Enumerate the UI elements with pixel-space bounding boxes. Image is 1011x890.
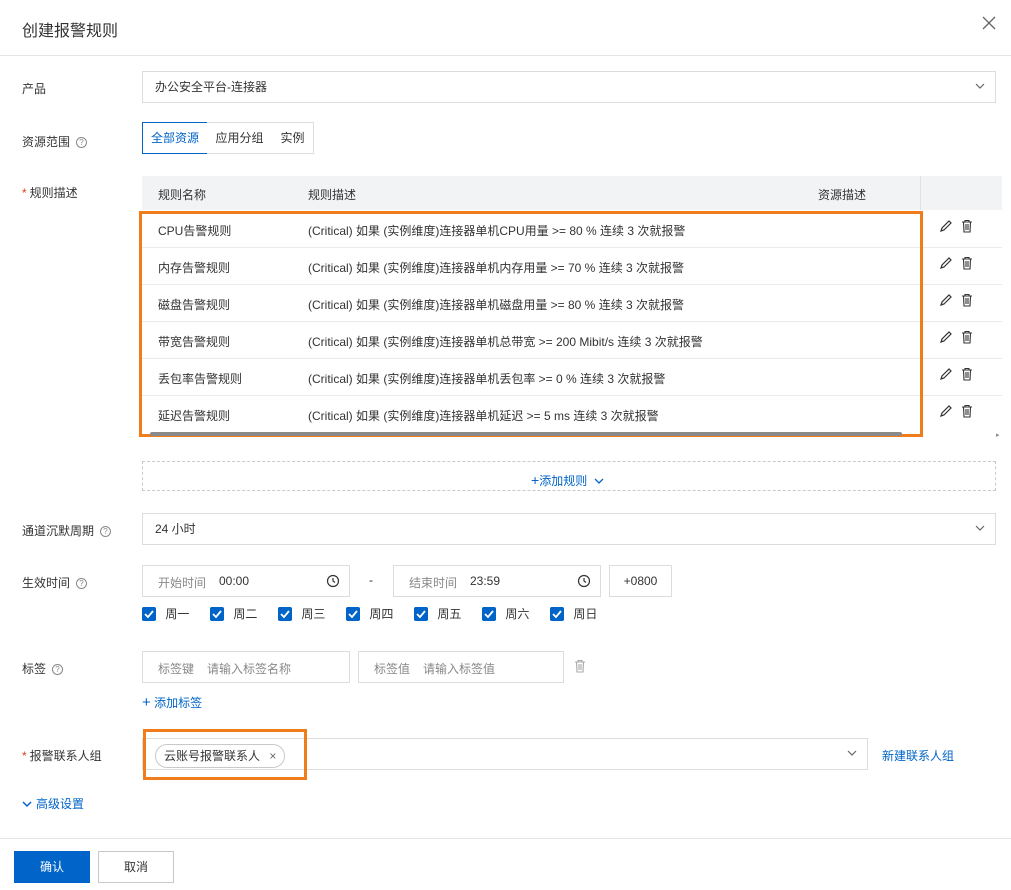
- checkbox-checked-icon: [550, 606, 564, 621]
- tag-key-placeholder: 请输入标签名称: [207, 662, 292, 676]
- clock-icon: [577, 574, 591, 588]
- footer-divider: [0, 838, 1011, 839]
- confirm-button[interactable]: 确认: [14, 851, 90, 883]
- silence-label: 通道沉默周期?: [22, 522, 112, 539]
- product-select[interactable]: 办公安全平台-连接器: [142, 71, 996, 103]
- tag-key-label: 标签键: [158, 662, 195, 676]
- time-separator: -: [369, 573, 373, 587]
- checkbox-checked-icon: [210, 606, 224, 621]
- tag-value-placeholder: 请输入标签值: [423, 662, 496, 676]
- tag-value-label: 标签值: [374, 662, 411, 676]
- col-rule-desc: 规则描述: [308, 188, 357, 202]
- timezone-field[interactable]: +0800: [609, 565, 672, 597]
- edit-icon[interactable]: [939, 219, 953, 233]
- silence-select[interactable]: 24 小时: [142, 513, 996, 545]
- scroll-right-icon[interactable]: ▸: [996, 431, 1000, 439]
- checkbox-checked-icon: [346, 606, 360, 621]
- day-checkbox-wed[interactable]: 周三: [278, 605, 325, 622]
- day-label: 周二: [233, 607, 258, 621]
- scope-app-group[interactable]: 应用分组: [207, 122, 273, 154]
- delete-icon[interactable]: [960, 404, 974, 418]
- day-checkbox-thu[interactable]: 周四: [346, 605, 393, 622]
- help-icon[interactable]: ?: [52, 664, 64, 676]
- plus-icon: +: [142, 694, 151, 711]
- checkbox-checked-icon: [142, 606, 156, 621]
- delete-icon[interactable]: [960, 256, 974, 270]
- clock-icon: [326, 574, 340, 588]
- chevron-down-icon: [847, 750, 857, 756]
- tags-label: 标签?: [22, 660, 64, 677]
- effective-label: 生效时间?: [22, 574, 88, 591]
- end-time-input[interactable]: 结束时间 23:59: [393, 565, 601, 597]
- tag-value-input[interactable]: 标签值 请输入标签值: [358, 651, 564, 683]
- tag-key-input[interactable]: 标签键 请输入标签名称: [142, 651, 350, 683]
- scope-all-resources[interactable]: 全部资源: [142, 122, 208, 154]
- day-label: 周日: [573, 607, 598, 621]
- edit-icon[interactable]: [939, 330, 953, 344]
- checkbox-checked-icon: [278, 606, 292, 621]
- start-time-label: 开始时间: [158, 576, 207, 590]
- chevron-down-icon: [975, 83, 985, 89]
- edit-icon[interactable]: [939, 293, 953, 307]
- add-tag-button[interactable]: + 添加标签: [142, 694, 202, 711]
- new-contact-group-link[interactable]: 新建联系人组: [882, 747, 954, 764]
- cancel-button[interactable]: 取消: [98, 851, 174, 883]
- contacts-label: * 报警联系人组: [22, 749, 102, 763]
- day-checkbox-sun[interactable]: 周日: [550, 605, 597, 622]
- rules-label: * 规则描述: [22, 186, 78, 200]
- delete-icon[interactable]: [573, 659, 587, 673]
- day-checkbox-mon[interactable]: 周一: [142, 605, 189, 622]
- day-checkbox-fri[interactable]: 周五: [414, 605, 461, 622]
- chevron-down-icon: [594, 478, 604, 484]
- help-icon[interactable]: ?: [100, 526, 112, 538]
- chevron-down-icon: [22, 801, 32, 808]
- close-icon[interactable]: [980, 15, 998, 33]
- rules-highlight-box: [139, 211, 923, 437]
- day-label: 周一: [165, 607, 190, 621]
- end-time-value: 23:59: [470, 574, 501, 588]
- resource-scope-label: 资源范围?: [22, 133, 88, 150]
- add-rule-button[interactable]: +添加规则: [531, 472, 604, 489]
- plus-icon: +: [531, 472, 540, 488]
- start-time-input[interactable]: 开始时间 00:00: [142, 565, 350, 597]
- advanced-settings-toggle[interactable]: 高级设置: [22, 795, 84, 812]
- help-icon[interactable]: ?: [76, 137, 88, 149]
- header-divider-col: [920, 176, 921, 210]
- edit-icon[interactable]: [939, 367, 953, 381]
- table-scrollbar[interactable]: [150, 432, 902, 436]
- col-rule-name: 规则名称: [158, 188, 207, 202]
- product-value: 办公安全平台-连接器: [155, 80, 267, 94]
- rules-table-header: [142, 176, 1002, 210]
- col-resource-desc: 资源描述: [818, 188, 867, 202]
- silence-value: 24 小时: [155, 522, 196, 536]
- day-checkbox-sat[interactable]: 周六: [482, 605, 529, 622]
- edit-icon[interactable]: [939, 404, 953, 418]
- checkbox-checked-icon: [482, 606, 496, 621]
- help-icon[interactable]: ?: [76, 578, 88, 590]
- chevron-down-icon: [975, 525, 985, 531]
- day-label: 周五: [437, 607, 462, 621]
- delete-icon[interactable]: [960, 367, 974, 381]
- dialog-title: 创建报警规则: [22, 23, 119, 40]
- product-label: 产品: [22, 82, 47, 96]
- day-label: 周四: [369, 607, 394, 621]
- day-label: 周三: [301, 607, 326, 621]
- day-label: 周六: [505, 607, 530, 621]
- edit-icon[interactable]: [939, 256, 953, 270]
- day-checkbox-tue[interactable]: 周二: [210, 605, 257, 622]
- delete-icon[interactable]: [960, 219, 974, 233]
- header-divider: [0, 55, 1011, 56]
- end-time-label: 结束时间: [409, 576, 458, 590]
- start-time-value: 00:00: [219, 574, 250, 588]
- scope-instance[interactable]: 实例: [272, 122, 314, 154]
- delete-icon[interactable]: [960, 330, 974, 344]
- delete-icon[interactable]: [960, 293, 974, 307]
- contact-highlight-box: [143, 729, 307, 780]
- checkbox-checked-icon: [414, 606, 428, 621]
